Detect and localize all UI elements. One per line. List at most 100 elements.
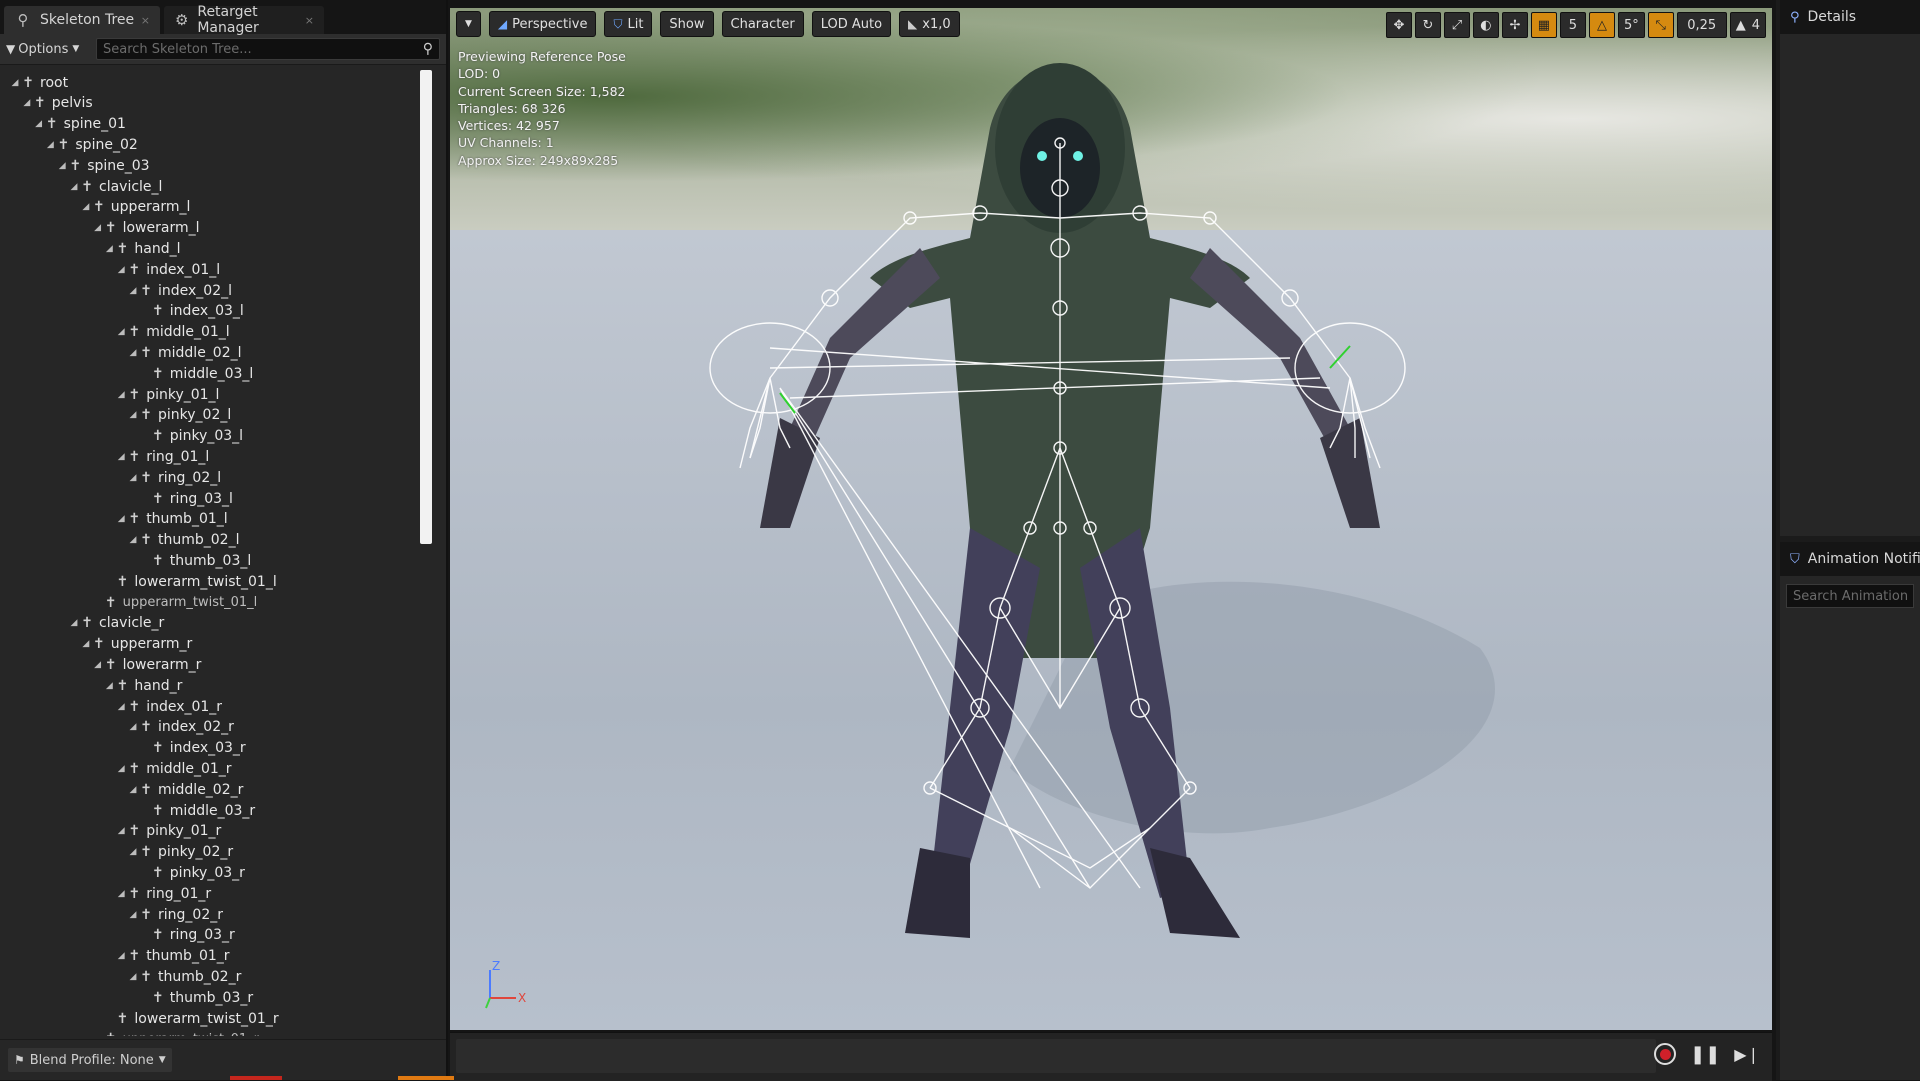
expand-arrow-icon[interactable]: ◢ [22,98,32,108]
expand-arrow-icon[interactable]: ◢ [116,265,126,275]
expand-arrow-icon[interactable]: ◢ [69,618,79,628]
expand-arrow-icon[interactable]: ◢ [116,390,126,400]
bone-row[interactable]: ✝ middle_03_r [140,800,255,821]
bone-row[interactable]: ◢ ✝ clavicle_l [69,176,163,197]
bone-row[interactable]: ✝ index_03_r [140,738,246,759]
expand-arrow-icon[interactable]: ◢ [128,972,138,982]
bone-row[interactable]: ✝ upperarm_twist_01_l [93,592,258,613]
bone-row[interactable]: ◢ ✝ spine_02 [45,134,138,155]
bone-row[interactable]: ◢ ✝ spine_03 [57,155,150,176]
bone-row[interactable]: ◢ ✝ root [10,72,69,93]
grid-snap-icon[interactable]: ▦ [1530,12,1557,38]
bone-row[interactable]: ✝ thumb_03_r [140,987,253,1008]
tree-scrollbar[interactable] [420,70,432,544]
expand-arrow-icon[interactable]: ◢ [116,514,126,524]
scale-snap-value[interactable]: 0,25 [1676,12,1727,38]
surface-snap-icon[interactable]: ✢ [1501,12,1528,38]
bone-row[interactable]: ◢ ✝ thumb_02_r [128,966,242,987]
expand-arrow-icon[interactable]: ◢ [128,473,138,483]
close-icon[interactable]: × [141,14,150,27]
expand-arrow-icon[interactable]: ◢ [116,327,126,337]
bone-row[interactable]: ✝ lowerarm_twist_01_r [104,1008,279,1029]
expand-arrow-icon[interactable]: ◢ [116,889,126,899]
pause-button[interactable]: ❚❚ [1690,1044,1720,1065]
bone-row[interactable]: ✝ ring_03_l [140,488,233,509]
bone-row[interactable]: ✝ index_03_l [140,301,244,322]
tab-details[interactable]: ⚲ Details [1780,0,1920,34]
bone-row[interactable]: ◢ ✝ ring_01_r [116,883,211,904]
blend-profile-dropdown[interactable]: ⚑ Blend Profile: None ▼ [8,1048,172,1072]
expand-arrow-icon[interactable]: ◢ [128,910,138,920]
expand-arrow-icon[interactable]: ◢ [116,951,126,961]
record-button[interactable] [1654,1043,1677,1065]
bone-row[interactable]: ◢ ✝ middle_01_l [116,322,230,343]
bone-row[interactable]: ◢ ✝ hand_r [104,675,182,696]
camera-speed-button[interactable]: ▲ 4 [1729,12,1766,38]
bone-row[interactable]: ◢ ✝ clavicle_r [69,613,165,634]
bone-row[interactable]: ◢ ✝ ring_02_l [128,467,222,488]
expand-arrow-icon[interactable]: ◢ [128,535,138,545]
bone-row[interactable]: ✝ pinky_03_l [140,426,243,447]
bone-row[interactable]: ◢ ✝ index_02_l [128,280,232,301]
bone-row[interactable]: ◢ ✝ pinky_02_l [128,405,232,426]
tab-retarget-manager[interactable]: ⚙ Retarget Manager × [164,4,324,36]
playback-speed-button[interactable]: ◣ x1,0 [899,11,960,37]
bone-row[interactable]: ◢ ✝ middle_01_r [116,758,232,779]
bone-row[interactable]: ◢ ✝ spine_01 [34,114,126,135]
scale-snap-icon[interactable]: ⤡ [1647,12,1674,38]
bone-row[interactable]: ◢ ✝ pinky_01_l [116,384,220,405]
lod-button[interactable]: LOD Auto [811,11,892,37]
expand-arrow-icon[interactable]: ◢ [128,722,138,732]
grid-snap-value[interactable]: 5 [1559,12,1586,38]
bone-row[interactable]: ◢ ✝ index_01_l [116,259,220,280]
expand-arrow-icon[interactable]: ◢ [34,119,44,129]
step-forward-button[interactable]: ▶❘ [1734,1045,1760,1064]
bone-row[interactable]: ◢ ✝ ring_02_r [128,904,223,925]
translate-icon[interactable]: ✥ [1385,12,1412,38]
expand-arrow-icon[interactable]: ◢ [128,348,138,358]
bone-row[interactable]: ◢ ✝ pinky_01_r [116,821,222,842]
timeline-track[interactable] [456,1039,1656,1073]
expand-arrow-icon[interactable]: ◢ [93,660,103,670]
expand-arrow-icon[interactable]: ◢ [10,78,20,88]
expand-arrow-icon[interactable]: ◢ [128,785,138,795]
bone-row[interactable]: ◢ ✝ hand_l [104,238,181,259]
bone-row[interactable]: ◢ ✝ thumb_01_r [116,946,230,967]
bone-row[interactable]: ◢ ✝ index_01_r [116,696,222,717]
expand-arrow-icon[interactable]: ◢ [128,286,138,296]
options-button[interactable]: ▼ Options ▼ [6,42,88,57]
bone-row[interactable]: ◢ ✝ pelvis [22,93,92,114]
viewport[interactable]: ▼ ◢ Perspective ⛉ Lit Show Character LOD… [450,8,1772,1030]
expand-arrow-icon[interactable]: ◢ [116,452,126,462]
rotation-snap-icon[interactable]: △ [1588,12,1615,38]
character-button[interactable]: Character [721,11,804,37]
bone-row[interactable]: ◢ ✝ thumb_02_l [128,530,240,551]
bone-row[interactable]: ◢ ✝ lowerarm_l [93,218,199,239]
bone-row[interactable]: ◢ ✝ upperarm_l [81,197,190,218]
expand-arrow-icon[interactable]: ◢ [104,244,114,254]
expand-arrow-icon[interactable]: ◢ [116,702,126,712]
bone-row[interactable]: ◢ ✝ index_02_r [128,717,234,738]
bone-row[interactable]: ✝ thumb_03_l [140,550,251,571]
rotation-snap-value[interactable]: 5° [1617,12,1645,38]
show-button[interactable]: Show [660,11,714,37]
close-icon[interactable]: × [305,14,314,27]
expand-arrow-icon[interactable]: ◢ [57,161,67,171]
expand-arrow-icon[interactable]: ◢ [116,764,126,774]
expand-arrow-icon[interactable]: ◢ [128,847,138,857]
expand-arrow-icon[interactable]: ◢ [45,140,55,150]
tab-animation-notifies[interactable]: ⛉ Animation Notifies [1780,542,1920,576]
bone-row[interactable]: ✝ upperarm_twist_01_r [93,1029,259,1036]
bone-row[interactable]: ◢ ✝ ring_01_l [116,446,210,467]
animation-notifies-search[interactable]: Search Animation Notifies [1786,584,1914,608]
perspective-button[interactable]: ◢ Perspective [488,11,597,37]
bone-row[interactable]: ✝ middle_03_l [140,363,253,384]
bone-row[interactable]: ◢ ✝ upperarm_r [81,634,192,655]
bone-row[interactable]: ◢ ✝ middle_02_l [128,342,242,363]
expand-arrow-icon[interactable]: ◢ [93,223,103,233]
world-local-icon[interactable]: ◐ [1472,12,1499,38]
scale-icon[interactable]: ⤢ [1443,12,1470,38]
viewport-options-button[interactable]: ▼ [456,11,481,37]
expand-arrow-icon[interactable]: ◢ [69,182,79,192]
expand-arrow-icon[interactable]: ◢ [104,681,114,691]
